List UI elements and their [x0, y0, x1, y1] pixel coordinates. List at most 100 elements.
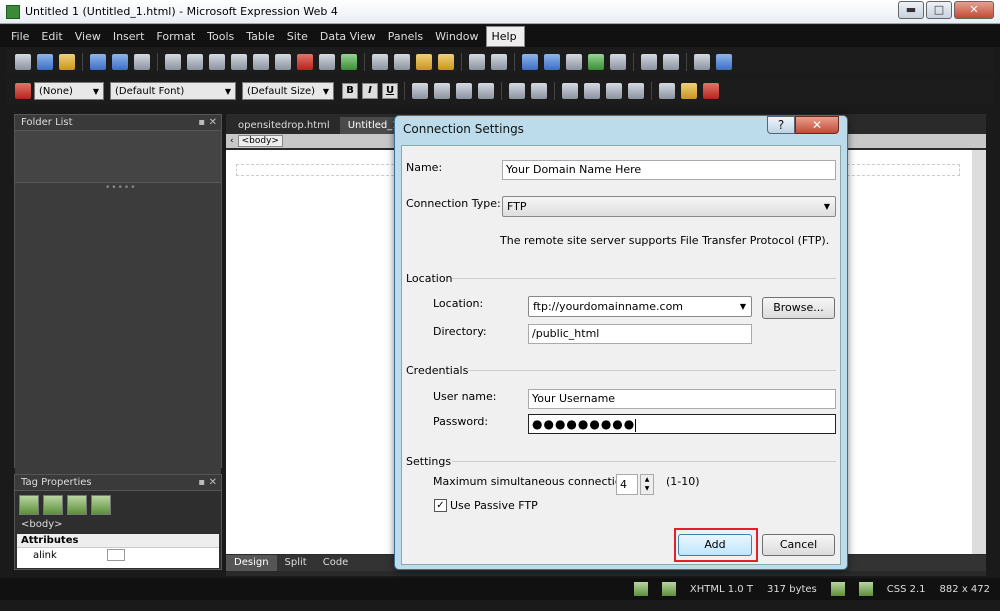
- italic-button[interactable]: I: [362, 83, 378, 99]
- publish-icon[interactable]: [165, 54, 181, 70]
- code-icon[interactable]: [641, 54, 657, 70]
- page-dimensions-status[interactable]: 882 x 472: [940, 584, 990, 595]
- font-color-icon[interactable]: [703, 83, 719, 99]
- location-combo[interactable]: ftp://yourdomainname.com ▼: [528, 296, 752, 317]
- username-field[interactable]: Your Username: [528, 389, 836, 409]
- open-folder-icon[interactable]: [59, 54, 75, 70]
- spelling-icon[interactable]: [341, 54, 357, 70]
- web-icon[interactable]: [253, 54, 269, 70]
- breadcrumb-body[interactable]: <body>: [237, 135, 283, 147]
- snapshot-icon[interactable]: [663, 54, 679, 70]
- copy-icon[interactable]: [394, 54, 410, 70]
- insert-layer-icon[interactable]: [544, 54, 560, 70]
- menu-file[interactable]: File: [6, 27, 36, 46]
- globe-icon[interactable]: [231, 54, 247, 70]
- style-select[interactable]: (None) ▼: [34, 82, 104, 100]
- align-center-icon[interactable]: [434, 83, 450, 99]
- style-icon[interactable]: [15, 83, 31, 99]
- borders-icon[interactable]: [659, 83, 675, 99]
- align-left-icon[interactable]: [412, 83, 428, 99]
- cut-icon[interactable]: [372, 54, 388, 70]
- dialog-close-button[interactable]: ✕: [795, 116, 839, 134]
- sort-icon[interactable]: [43, 495, 63, 515]
- accessibility-icon[interactable]: [661, 582, 676, 596]
- menu-tools[interactable]: Tools: [202, 27, 241, 46]
- show-set-properties-icon[interactable]: [67, 495, 87, 515]
- decrease-font-icon[interactable]: [531, 83, 547, 99]
- categorized-icon[interactable]: [19, 495, 39, 515]
- passive-ftp-checkbox[interactable]: ✓: [434, 499, 447, 512]
- minimize-button[interactable]: ▬: [898, 1, 924, 19]
- close-icon[interactable]: ✕: [209, 475, 217, 491]
- redo-icon[interactable]: [491, 54, 507, 70]
- menu-format[interactable]: Format: [151, 27, 202, 46]
- help-icon[interactable]: [716, 54, 732, 70]
- decrease-indent-icon[interactable]: [606, 83, 622, 99]
- format-painter-icon[interactable]: [438, 54, 454, 70]
- attributes-header[interactable]: Attributes: [17, 534, 219, 548]
- numbered-list-icon[interactable]: [562, 83, 578, 99]
- pin-icon[interactable]: ▪: [198, 115, 205, 131]
- menu-window[interactable]: Window: [430, 27, 485, 46]
- menu-panels[interactable]: Panels: [383, 27, 430, 46]
- menu-table[interactable]: Table: [241, 27, 281, 46]
- browse-button[interactable]: Browse...: [762, 297, 835, 319]
- save-all-icon[interactable]: [112, 54, 128, 70]
- pin-icon[interactable]: ▪: [198, 475, 205, 491]
- folder-list-body[interactable]: •••••: [15, 131, 221, 523]
- attribute-value-field[interactable]: [106, 549, 125, 561]
- max-connections-spinner[interactable]: 4 ▲ ▼: [616, 474, 654, 495]
- menu-help[interactable]: Help: [485, 25, 525, 47]
- style-application-icon[interactable]: [858, 582, 873, 596]
- add-button[interactable]: Add: [678, 534, 752, 556]
- insert-picture-icon[interactable]: [566, 54, 582, 70]
- browser-icon[interactable]: [209, 54, 225, 70]
- paragraph-mark-icon[interactable]: [694, 54, 710, 70]
- connection-type-select[interactable]: FTP ▼: [502, 196, 836, 217]
- find-icon[interactable]: [134, 54, 150, 70]
- menu-edit[interactable]: Edit: [36, 27, 69, 46]
- font-size-select[interactable]: (Default Size) ▼: [242, 82, 334, 100]
- tab-design[interactable]: Design: [226, 555, 277, 571]
- highlight-color-icon[interactable]: [681, 83, 697, 99]
- properties-icon[interactable]: [91, 495, 111, 515]
- doctype-status[interactable]: XHTML 1.0 T: [690, 584, 753, 595]
- tab-opensitedrop[interactable]: opensitedrop.html: [230, 117, 338, 134]
- menu-site[interactable]: Site: [282, 27, 315, 46]
- hyperlink-icon[interactable]: [588, 54, 604, 70]
- increase-indent-icon[interactable]: [628, 83, 644, 99]
- save-icon[interactable]: [90, 54, 106, 70]
- underline-button[interactable]: U: [382, 83, 398, 99]
- tab-code[interactable]: Code: [315, 555, 357, 571]
- increase-font-icon[interactable]: [509, 83, 525, 99]
- maximize-button[interactable]: □: [926, 1, 952, 19]
- vertical-scrollbar[interactable]: [972, 150, 986, 554]
- font-select[interactable]: (Default Font) ▼: [110, 82, 236, 100]
- bookmark-icon[interactable]: [610, 54, 626, 70]
- css-status[interactable]: CSS 2.1: [887, 584, 926, 595]
- insert-table-icon[interactable]: [522, 54, 538, 70]
- splitter-grip[interactable]: •••••: [105, 183, 137, 193]
- visual-aids-icon[interactable]: [830, 582, 845, 596]
- menu-insert[interactable]: Insert: [108, 27, 152, 46]
- menu-view[interactable]: View: [70, 27, 108, 46]
- bulleted-list-icon[interactable]: [584, 83, 600, 99]
- new-page-icon[interactable]: [15, 54, 31, 70]
- max-connections-field[interactable]: 4: [616, 474, 638, 495]
- preview-browser-icon[interactable]: [319, 54, 335, 70]
- chevron-left-icon[interactable]: ‹: [230, 136, 234, 146]
- undo-icon[interactable]: [469, 54, 485, 70]
- name-field[interactable]: Your Domain Name Here: [502, 160, 836, 180]
- close-icon[interactable]: ✕: [209, 115, 217, 131]
- print-icon[interactable]: [275, 54, 291, 70]
- justify-icon[interactable]: [478, 83, 494, 99]
- cancel-button[interactable]: Cancel: [762, 534, 835, 556]
- align-right-icon[interactable]: [456, 83, 472, 99]
- bold-button[interactable]: B: [342, 83, 358, 99]
- superpreview-icon[interactable]: [297, 54, 313, 70]
- menu-data-view[interactable]: Data View: [315, 27, 383, 46]
- compatibility-icon[interactable]: [633, 582, 648, 596]
- password-field[interactable]: ●●●●●●●●●: [528, 414, 836, 434]
- dialog-help-button[interactable]: ?: [767, 116, 795, 134]
- close-window-button[interactable]: ✕: [954, 1, 994, 19]
